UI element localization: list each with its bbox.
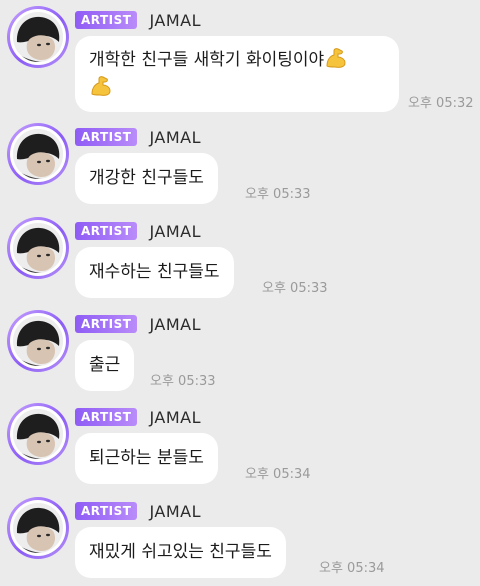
artist-badge: ARTIST	[75, 128, 138, 146]
message-text: 재밌게 쉬고있는 친구들도	[89, 542, 272, 562]
message-header: ARTIST JAMAL	[75, 126, 201, 148]
message-text: 출근	[89, 355, 121, 375]
message-header: ARTIST JAMAL	[75, 406, 201, 428]
avatar[interactable]	[7, 217, 69, 279]
message-header: ARTIST JAMAL	[75, 313, 201, 335]
message-text: 퇴근하는 분들도	[89, 448, 204, 468]
sender-name[interactable]: JAMAL	[149, 315, 201, 334]
artist-badge: ARTIST	[75, 315, 138, 333]
message-bubble[interactable]: 개강한 친구들도	[75, 153, 218, 204]
artist-badge: ARTIST	[75, 11, 138, 29]
profile-photo-icon	[13, 129, 63, 179]
avatar[interactable]	[7, 310, 69, 372]
artist-badge: ARTIST	[75, 408, 138, 426]
message-text: 재수하는 친구들도	[89, 262, 220, 282]
sender-name[interactable]: JAMAL	[149, 128, 201, 147]
message-time: 오후 05:32	[408, 96, 474, 111]
flexed-biceps-icon	[326, 48, 346, 68]
message-bubble[interactable]: 개학한 친구들 새학기 화이팅이야	[75, 36, 399, 112]
avatar[interactable]	[7, 497, 69, 559]
message-bubble[interactable]: 재밌게 쉬고있는 친구들도	[75, 527, 286, 578]
flexed-biceps-icon	[91, 76, 111, 96]
message-time: 오후 05:34	[319, 561, 385, 576]
sender-name[interactable]: JAMAL	[149, 11, 201, 30]
message-time: 오후 05:33	[262, 281, 328, 296]
profile-photo-icon	[13, 12, 63, 62]
profile-photo-icon	[13, 503, 63, 553]
message-bubble[interactable]: 출근	[75, 340, 135, 391]
message-header: ARTIST JAMAL	[75, 9, 201, 31]
artist-badge: ARTIST	[75, 222, 138, 240]
profile-photo-icon	[13, 409, 63, 459]
message-header: ARTIST JAMAL	[75, 220, 201, 242]
message-time: 오후 05:33	[150, 374, 216, 389]
message-time: 오후 05:33	[245, 187, 311, 202]
message-bubble[interactable]: 퇴근하는 분들도	[75, 433, 218, 484]
avatar[interactable]	[7, 6, 69, 68]
sender-name[interactable]: JAMAL	[149, 222, 201, 241]
sender-name[interactable]: JAMAL	[149, 408, 201, 427]
sender-name[interactable]: JAMAL	[149, 502, 201, 521]
profile-photo-icon	[13, 223, 63, 273]
artist-badge: ARTIST	[75, 502, 138, 520]
message-header: ARTIST JAMAL	[75, 500, 201, 522]
message-time: 오후 05:34	[245, 467, 311, 482]
avatar[interactable]	[7, 403, 69, 465]
profile-photo-icon	[13, 316, 63, 366]
message-text: 개강한 친구들도	[89, 168, 204, 188]
message-bubble[interactable]: 재수하는 친구들도	[75, 247, 234, 298]
message-text: 개학한 친구들 새학기 화이팅이야	[89, 50, 325, 70]
avatar[interactable]	[7, 123, 69, 185]
